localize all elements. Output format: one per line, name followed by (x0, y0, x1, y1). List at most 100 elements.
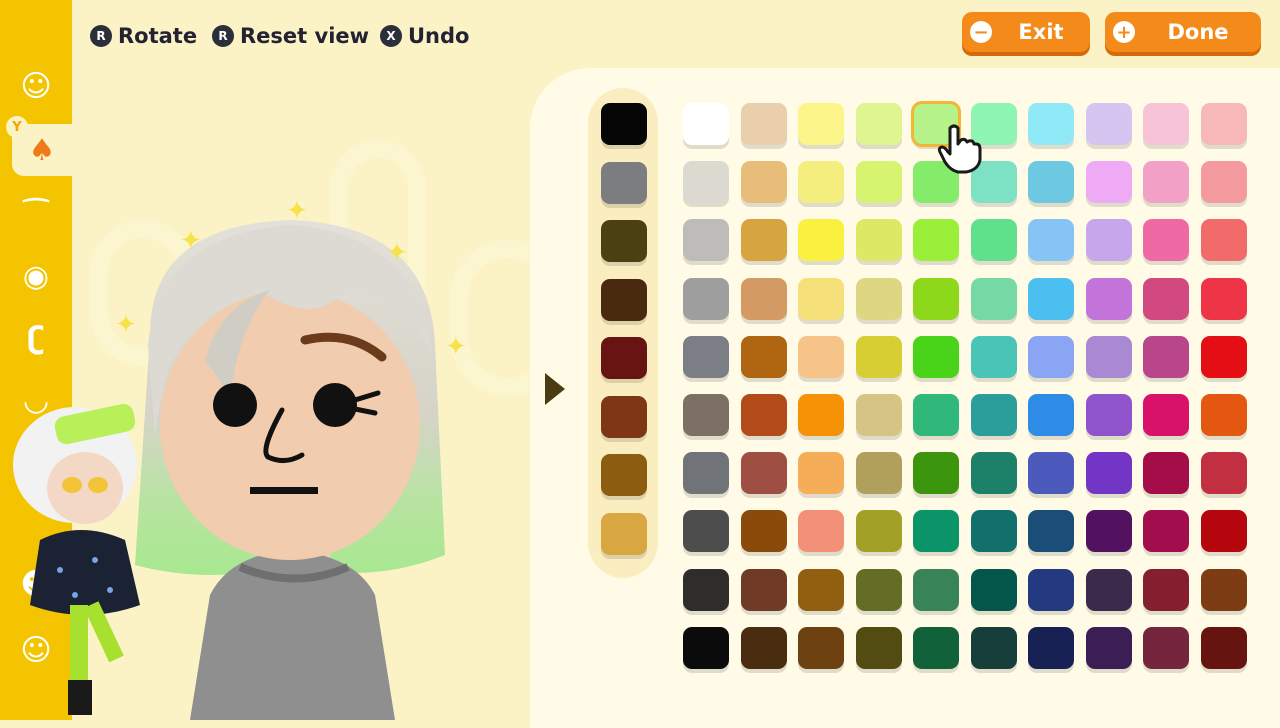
color-swatch[interactable] (1085, 161, 1132, 204)
color-swatch[interactable] (1200, 394, 1247, 436)
color-swatch[interactable] (1028, 626, 1074, 669)
color-swatch[interactable] (683, 335, 729, 378)
color-swatch[interactable] (1143, 394, 1189, 436)
color-swatch[interactable] (970, 219, 1017, 262)
color-swatch[interactable] (1143, 452, 1189, 495)
color-swatch[interactable] (855, 335, 902, 378)
color-swatch[interactable] (1028, 219, 1074, 262)
color-swatch[interactable] (683, 510, 729, 553)
color-swatch[interactable] (1143, 510, 1189, 553)
color-swatch[interactable] (1143, 626, 1189, 669)
color-swatch[interactable] (1085, 626, 1132, 669)
color-swatch[interactable] (798, 277, 844, 320)
color-swatch[interactable] (798, 626, 844, 669)
color-swatch[interactable] (1143, 103, 1189, 145)
color-swatch[interactable] (913, 510, 959, 553)
color-swatch[interactable] (1085, 568, 1132, 611)
color-swatch[interactable] (855, 219, 902, 262)
color-swatch[interactable] (1028, 103, 1074, 145)
color-swatch[interactable] (970, 335, 1017, 378)
color-swatch[interactable] (1028, 510, 1074, 553)
eyebrows-category-tab[interactable]: ⁀ (8, 190, 64, 242)
color-swatch[interactable] (1143, 219, 1189, 262)
color-swatch[interactable] (855, 277, 902, 320)
color-swatch[interactable] (1200, 335, 1247, 378)
color-swatch[interactable] (855, 568, 902, 611)
color-swatch[interactable] (1085, 103, 1132, 145)
color-swatch[interactable] (913, 219, 959, 262)
color-swatch[interactable] (855, 626, 902, 669)
color-swatch[interactable] (683, 161, 729, 204)
color-swatch[interactable] (683, 394, 729, 436)
color-swatch[interactable] (683, 219, 729, 262)
color-swatch[interactable] (740, 335, 787, 378)
color-swatch[interactable] (913, 568, 959, 611)
color-swatch[interactable] (1085, 394, 1132, 436)
color-swatch[interactable] (1143, 161, 1189, 204)
color-swatch[interactable] (798, 568, 844, 611)
color-swatch[interactable] (1200, 626, 1247, 669)
color-swatch[interactable] (1028, 277, 1074, 320)
color-swatch[interactable] (740, 452, 787, 495)
color-swatch[interactable] (1028, 568, 1074, 611)
color-swatch[interactable] (683, 103, 729, 145)
color-swatch[interactable] (740, 103, 787, 145)
strip-color-swatch[interactable] (601, 103, 647, 145)
strip-color-swatch[interactable] (601, 278, 647, 321)
color-swatch[interactable] (798, 161, 844, 204)
color-swatch[interactable] (1200, 568, 1247, 611)
color-swatch[interactable] (1143, 568, 1189, 611)
color-swatch[interactable] (970, 394, 1017, 436)
color-swatch[interactable] (855, 161, 902, 204)
exit-button[interactable]: − Exit (962, 12, 1090, 52)
color-swatch[interactable] (740, 219, 787, 262)
strip-color-swatch[interactable] (601, 512, 647, 555)
color-swatch[interactable] (1200, 452, 1247, 495)
color-swatch[interactable] (855, 394, 902, 436)
color-swatch[interactable] (740, 510, 787, 553)
color-swatch[interactable] (855, 510, 902, 553)
color-swatch[interactable] (970, 568, 1017, 611)
color-swatch[interactable] (970, 452, 1017, 495)
color-swatch[interactable] (970, 510, 1017, 553)
color-swatch[interactable] (1028, 161, 1074, 204)
nose-category-tab[interactable]: ʗ (8, 312, 64, 364)
color-swatch[interactable] (913, 394, 959, 436)
color-swatch[interactable] (1028, 394, 1074, 436)
color-swatch[interactable] (1200, 161, 1247, 204)
color-swatch[interactable] (913, 335, 959, 378)
color-swatch[interactable] (798, 103, 844, 145)
color-swatch[interactable] (1028, 452, 1074, 495)
color-swatch[interactable] (683, 626, 729, 669)
color-swatch[interactable] (1200, 277, 1247, 320)
color-swatch[interactable] (1085, 452, 1132, 495)
strip-color-swatch[interactable] (601, 454, 647, 496)
color-swatch[interactable] (740, 626, 787, 669)
color-swatch[interactable] (855, 103, 902, 145)
eyes-category-tab[interactable]: ◉ (8, 250, 64, 302)
color-swatch[interactable] (740, 161, 787, 204)
color-swatch[interactable] (683, 452, 729, 495)
strip-color-swatch[interactable] (601, 337, 647, 379)
color-swatch[interactable] (683, 277, 729, 320)
color-swatch[interactable] (798, 510, 844, 553)
color-swatch[interactable] (798, 394, 844, 436)
color-swatch[interactable] (913, 626, 959, 669)
color-swatch[interactable] (970, 277, 1017, 320)
face-category-tab[interactable]: ☺ (8, 60, 64, 112)
color-swatch[interactable] (1028, 335, 1074, 378)
color-swatch[interactable] (855, 452, 902, 495)
color-swatch[interactable] (798, 335, 844, 378)
strip-color-swatch[interactable] (601, 395, 647, 438)
color-swatch[interactable] (1200, 219, 1247, 262)
strip-color-swatch[interactable] (601, 161, 647, 204)
color-swatch[interactable] (1085, 277, 1132, 320)
color-swatch[interactable] (740, 394, 787, 436)
color-swatch[interactable] (913, 277, 959, 320)
color-swatch[interactable] (740, 568, 787, 611)
color-swatch[interactable] (1085, 510, 1132, 553)
done-button[interactable]: + Done (1105, 12, 1261, 52)
color-swatch[interactable] (970, 626, 1017, 669)
color-swatch[interactable] (798, 452, 844, 495)
color-swatch[interactable] (1085, 219, 1132, 262)
